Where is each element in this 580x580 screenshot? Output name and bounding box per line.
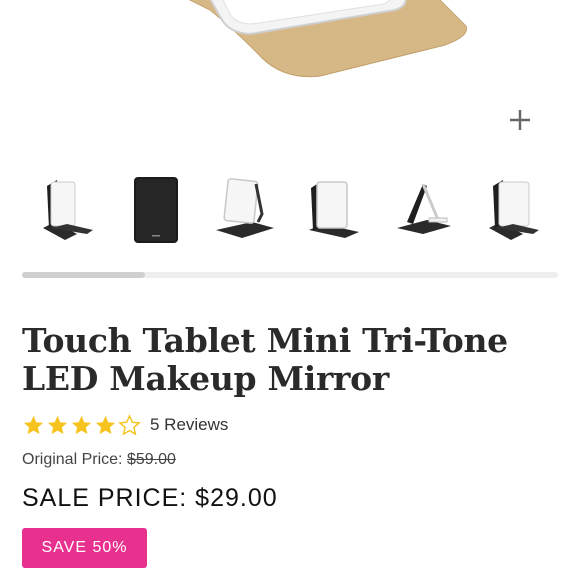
original-price-label: Original Price:	[22, 451, 123, 468]
star-filled-icon	[23, 415, 44, 434]
product-title: Touch Tablet Mini Tri-Tone LED Makeup Mi…	[22, 321, 508, 398]
original-price: Original Price: $59.00	[22, 451, 176, 469]
star-filled-icon	[47, 415, 68, 434]
original-price-value: $59.00	[126, 451, 176, 468]
mirror-hero-illustration	[188, 0, 468, 78]
discount-badge: SAVE 50%	[22, 528, 147, 568]
star-rating	[22, 413, 141, 437]
thumbnail-5[interactable]	[379, 172, 468, 248]
sale-price: SALE PRICE: $29.00	[22, 484, 278, 512]
gallery-scrollbar-thumb[interactable]	[22, 272, 146, 278]
mirror-stand-thumbnail-image	[396, 183, 451, 234]
mirror-case-thumbnail-image	[133, 177, 178, 243]
zoom-button[interactable]	[503, 103, 537, 137]
thumbnail-3[interactable]	[201, 172, 290, 248]
mirror-thumbnail-image	[216, 178, 275, 238]
mirror-thumbnail-image	[308, 181, 359, 238]
product-hero-image[interactable]	[0, 0, 580, 160]
thumbnail-4[interactable]	[290, 172, 379, 248]
product-rating: 5 Reviews	[22, 412, 228, 438]
thumbnail-strip	[22, 172, 558, 248]
gallery-scrollbar[interactable]	[22, 272, 558, 278]
reviews-link[interactable]: 5 Reviews	[150, 415, 228, 435]
mirror-thumbnail-image	[42, 180, 93, 240]
thumbnail-2[interactable]	[111, 172, 200, 248]
plus-icon	[510, 110, 530, 130]
star-filled-icon	[71, 415, 92, 434]
mirror-thumbnail-image	[489, 180, 540, 240]
star-filled-icon	[95, 415, 116, 434]
thumbnail-6[interactable]	[469, 172, 558, 248]
star-empty-icon	[118, 413, 141, 436]
thumbnail-1[interactable]	[22, 172, 111, 248]
